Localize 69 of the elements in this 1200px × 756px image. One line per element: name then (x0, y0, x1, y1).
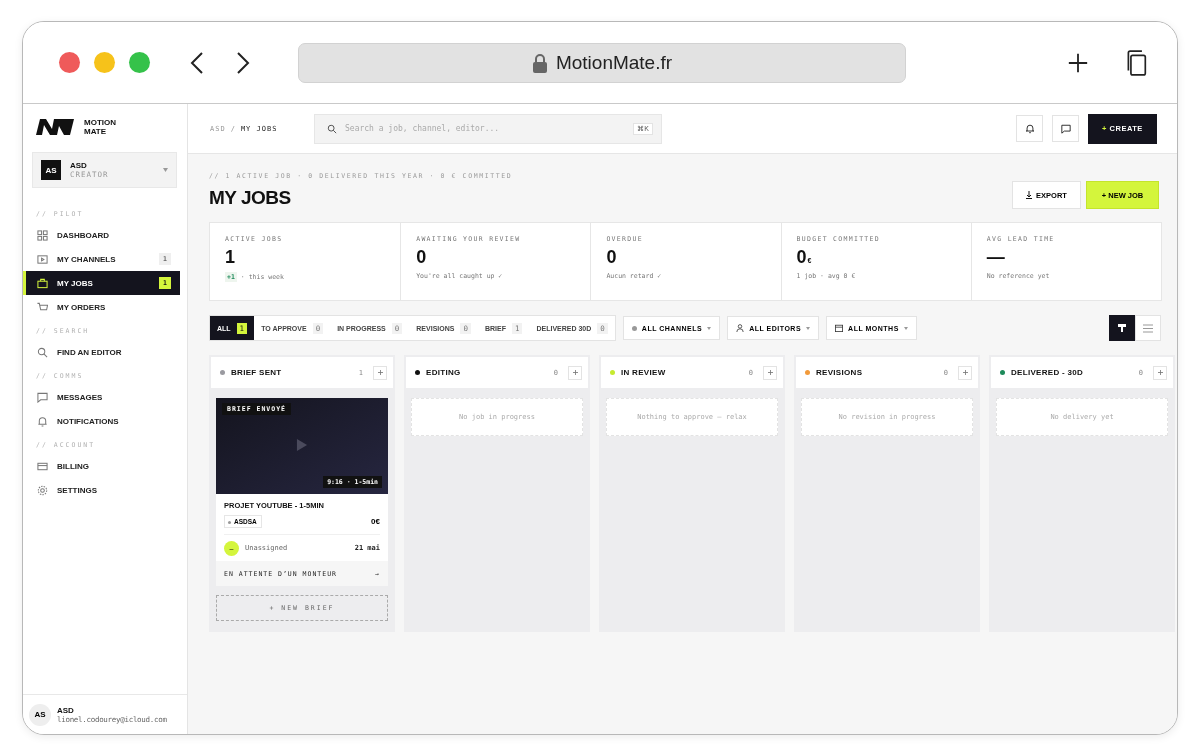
back-icon[interactable] (190, 50, 204, 75)
column-title: BRIEF SENT (231, 368, 282, 377)
caret-icon (806, 326, 811, 330)
bell-icon (37, 415, 48, 427)
caret-icon (903, 326, 908, 330)
nav-item[interactable]: MY ORDERS (23, 295, 180, 319)
stat-value: 1 (225, 247, 235, 268)
notifications-button[interactable] (1016, 115, 1043, 142)
search-icon (37, 346, 48, 358)
plus-icon (572, 370, 578, 375)
plus-icon (377, 370, 383, 375)
nav-item[interactable]: SETTINGS (23, 478, 180, 502)
grid-icon (37, 229, 48, 241)
nav-item[interactable]: BILLING (23, 454, 180, 478)
column-title: IN REVIEW (621, 368, 666, 377)
cart-icon (37, 301, 48, 313)
caret-icon (707, 326, 712, 330)
add-button[interactable] (763, 365, 777, 380)
add-button[interactable] (958, 365, 972, 380)
nav-item[interactable]: FIND AN EDITOR (23, 340, 180, 364)
user-name: ASD (57, 705, 75, 715)
caret-icon (163, 168, 168, 172)
add-button[interactable] (568, 365, 582, 380)
lock-icon (531, 52, 548, 73)
column-title: EDITING (426, 368, 461, 377)
address-bar[interactable]: MotionMate.fr (298, 42, 906, 83)
board-view-button[interactable] (1109, 315, 1135, 341)
column-title: DELIVERED - 30D (1011, 368, 1084, 377)
person-icon (736, 324, 745, 332)
plus-icon (1157, 370, 1163, 375)
plus-icon (962, 370, 968, 375)
stat-value: — (986, 247, 1005, 268)
nav-item[interactable]: NOTIFICATIONS (23, 409, 180, 433)
forward-icon[interactable] (236, 50, 250, 75)
copy-icon[interactable] (1125, 47, 1147, 78)
download-icon (1026, 191, 1033, 199)
dot-icon (631, 325, 637, 331)
add-button[interactable] (1153, 365, 1167, 380)
minimize-dot[interactable] (94, 52, 115, 73)
stat-value: 0 (606, 247, 617, 268)
bell-icon (1024, 123, 1035, 134)
stat-value: 0 (796, 247, 807, 268)
account-name: ASD (70, 161, 88, 170)
job-price: 0€ (371, 517, 380, 526)
zoom-dot[interactable] (129, 52, 150, 73)
account-avatar: AS (41, 160, 61, 180)
page-title: MY JOBS (209, 187, 292, 209)
board-icon (1117, 323, 1127, 333)
column-title: REVISIONS (816, 368, 863, 377)
chat-icon (37, 391, 48, 403)
briefcase-icon (37, 277, 48, 289)
calendar-icon (835, 324, 844, 332)
card-icon (37, 460, 48, 472)
add-button[interactable] (373, 365, 387, 380)
logo-text: MOTION MATE (84, 118, 116, 136)
plus-icon (767, 370, 773, 375)
chat-icon (1060, 123, 1071, 134)
close-dot[interactable] (59, 52, 80, 73)
search-icon (327, 123, 337, 134)
user-avatar: AS (29, 703, 51, 726)
logo-icon (36, 119, 74, 135)
search-input[interactable]: Search a job, channel, editor... (343, 123, 628, 134)
video-icon (37, 253, 48, 265)
nav-item[interactable]: MESSAGES (23, 385, 180, 409)
list-icon (1143, 323, 1153, 333)
stat-value: 0 (416, 247, 427, 268)
settings-icon (37, 484, 48, 496)
nav-item[interactable]: DASHBOARD (23, 223, 180, 247)
messages-button[interactable] (1052, 115, 1079, 142)
